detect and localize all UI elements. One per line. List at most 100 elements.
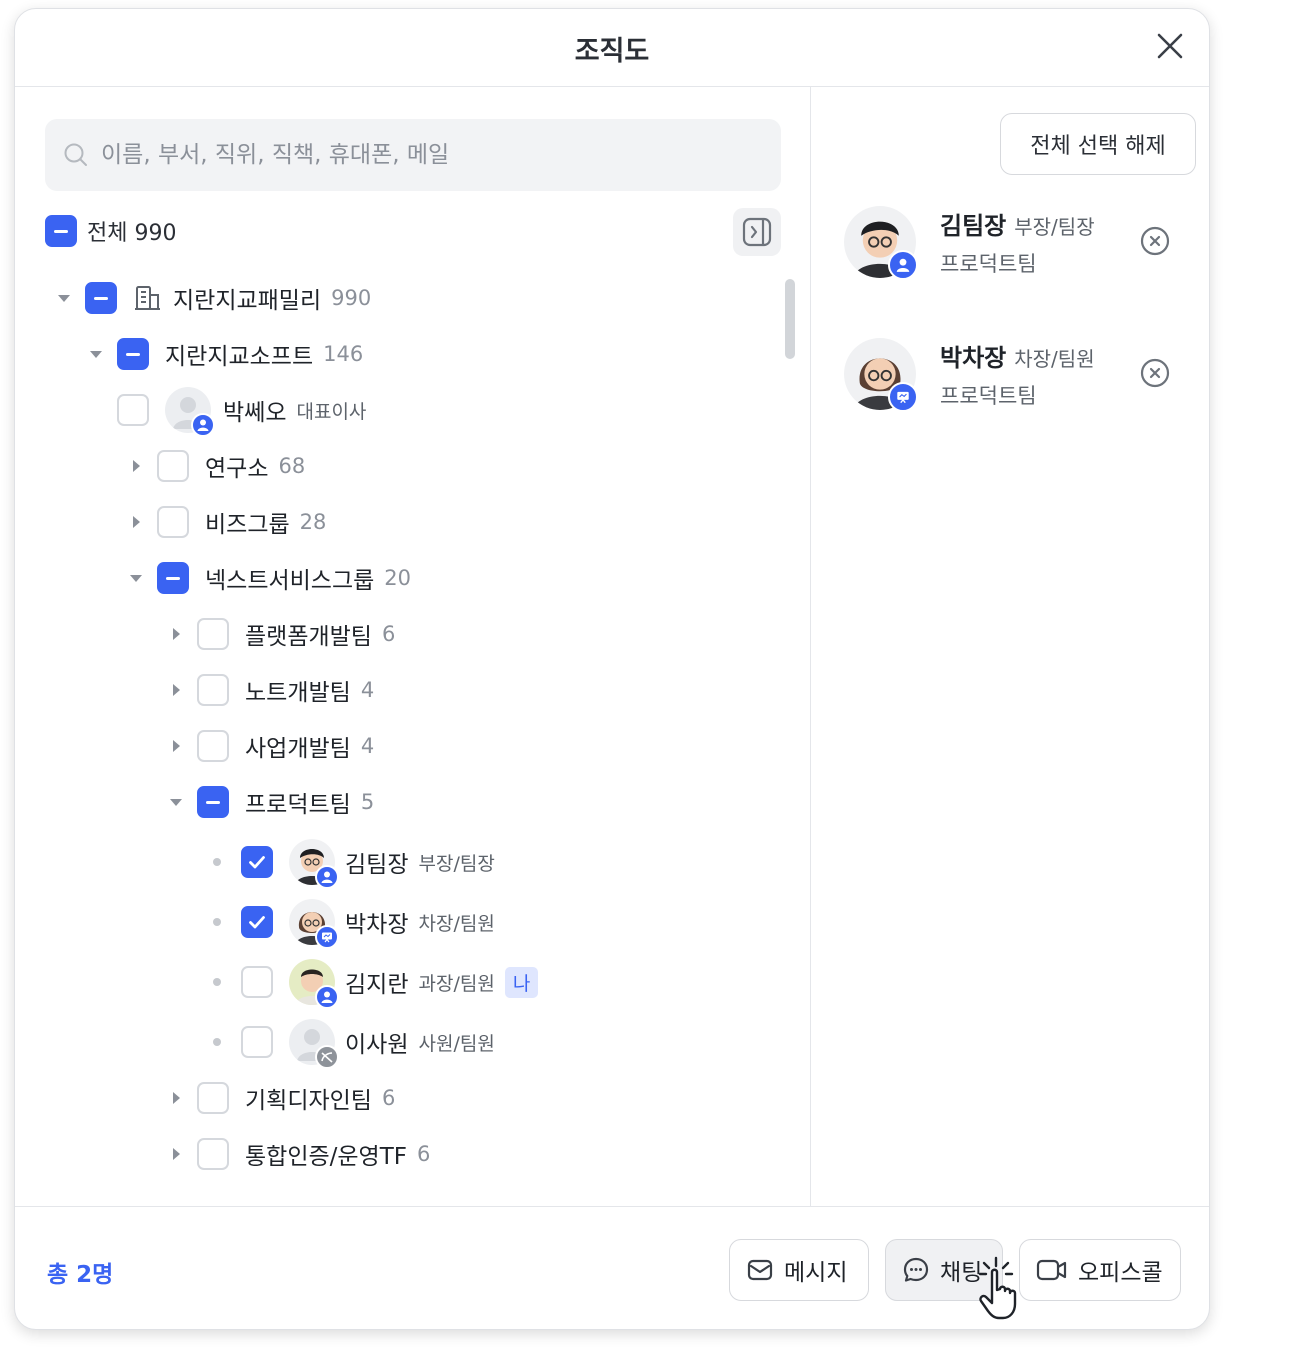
bullet-dot bbox=[213, 858, 221, 866]
tree-checkbox[interactable] bbox=[197, 730, 229, 762]
person-badge-icon bbox=[191, 413, 215, 437]
remove-button[interactable] bbox=[1140, 226, 1170, 256]
tree-member-kim-jiran[interactable]: 김지란 과장/팀원 나 bbox=[210, 959, 539, 1009]
tree-node-platform-team[interactable]: 플랫폼개발팀 6 bbox=[169, 614, 395, 654]
tree-checkbox[interactable] bbox=[241, 906, 273, 938]
member-name: 박쎄오 bbox=[223, 400, 287, 426]
person-badge-icon bbox=[315, 985, 339, 1009]
selected-item-kim: 김팀장 부장/팀장 프로덕트팀 bbox=[844, 206, 1184, 280]
tree-member-lee-staff[interactable]: 이사원 사원/팀원 bbox=[210, 1019, 495, 1069]
tree-checkbox[interactable] bbox=[85, 282, 117, 314]
select-all-row[interactable]: 전체 990 bbox=[45, 215, 176, 247]
caret-right-icon[interactable] bbox=[129, 459, 143, 473]
panel-collapse-icon bbox=[742, 217, 772, 247]
avatar bbox=[289, 1019, 339, 1069]
caret-right-icon[interactable] bbox=[169, 1147, 183, 1161]
tree-node-jiran-family[interactable]: 지란지교패밀리 990 bbox=[57, 278, 371, 318]
search-box[interactable] bbox=[45, 119, 781, 191]
tree-member-kim-teamlead[interactable]: 김팀장 부장/팀장 bbox=[210, 839, 495, 889]
tree-node-name: 연구소 bbox=[205, 456, 269, 482]
tree-checkbox[interactable] bbox=[117, 394, 149, 426]
tree-node-bizdev-team[interactable]: 사업개발팀 4 bbox=[169, 726, 374, 766]
pointer-cursor-icon bbox=[978, 1256, 1017, 1320]
tree-node-count: 990 bbox=[331, 286, 372, 310]
tree-node-name: 플랫폼개발팀 bbox=[245, 624, 372, 650]
avatar bbox=[165, 387, 215, 437]
tree-scrollbar[interactable] bbox=[785, 279, 795, 359]
tree-node-name: 기획디자인팀 bbox=[245, 1088, 372, 1114]
chat-icon bbox=[903, 1257, 929, 1282]
tree-checkbox[interactable] bbox=[117, 338, 149, 370]
person-badge-icon bbox=[888, 250, 918, 280]
selected-rank: 차장/팀원 bbox=[1014, 347, 1095, 371]
caret-right-icon[interactable] bbox=[169, 683, 183, 697]
selected-team: 프로덕트팀 bbox=[940, 384, 1037, 408]
officecall-button[interactable]: 오피스콜 bbox=[1019, 1239, 1181, 1301]
tree-node-auth-ops-tf[interactable]: 통합인증/운영TF 6 bbox=[169, 1134, 430, 1174]
caret-right-icon[interactable] bbox=[169, 627, 183, 641]
select-all-checkbox[interactable] bbox=[45, 215, 77, 247]
tree-member-ceo[interactable]: 박쎄오 대표이사 bbox=[117, 387, 366, 437]
selected-team: 프로덕트팀 bbox=[940, 252, 1037, 276]
tree-node-product-team[interactable]: 프로덕트팀 5 bbox=[169, 782, 374, 822]
message-label: 메시지 bbox=[784, 1260, 848, 1286]
tree-node-lab[interactable]: 연구소 68 bbox=[129, 446, 305, 486]
tree-checkbox[interactable] bbox=[197, 1082, 229, 1114]
clear-selection-button[interactable]: 전체 선택 해제 bbox=[1000, 113, 1196, 175]
avatar bbox=[289, 899, 339, 949]
caret-down-icon[interactable] bbox=[169, 795, 183, 809]
tree-node-count: 6 bbox=[381, 622, 396, 646]
search-input[interactable] bbox=[101, 119, 761, 191]
tree-checkbox[interactable] bbox=[197, 674, 229, 706]
tree-node-biz-group[interactable]: 비즈그룹 28 bbox=[129, 502, 326, 542]
bullet-dot bbox=[213, 918, 221, 926]
tree-node-count: 6 bbox=[417, 1142, 431, 1166]
tree-checkbox[interactable] bbox=[157, 450, 189, 482]
presentation-badge-icon bbox=[315, 925, 339, 949]
video-icon bbox=[1036, 1259, 1067, 1281]
message-button[interactable]: 메시지 bbox=[729, 1239, 869, 1301]
tree-node-note-team[interactable]: 노트개발팀 4 bbox=[169, 670, 374, 710]
select-all-count: 990 bbox=[134, 221, 177, 246]
tree-checkbox[interactable] bbox=[157, 562, 189, 594]
tree-node-planning-design-team[interactable]: 기획디자인팀 6 bbox=[169, 1078, 395, 1118]
close-button[interactable] bbox=[1155, 31, 1185, 61]
tree-node-count: 4 bbox=[360, 734, 375, 758]
selected-pane: 전체 선택 해제 김팀장 부장/팀장 프로덕트팀 박차장 차장/팀원 프로덕트팀 bbox=[812, 87, 1209, 1206]
member-rank: 부장/팀장 bbox=[418, 852, 495, 875]
member-rank: 차장/팀원 bbox=[418, 912, 495, 935]
tree-checkbox[interactable] bbox=[157, 506, 189, 538]
me-badge: 나 bbox=[504, 966, 539, 998]
tree-checkbox[interactable] bbox=[197, 786, 229, 818]
building-icon bbox=[135, 286, 160, 310]
caret-down-icon[interactable] bbox=[57, 291, 71, 305]
selected-rank: 부장/팀장 bbox=[1014, 215, 1095, 239]
remove-button[interactable] bbox=[1140, 358, 1170, 388]
tree-checkbox[interactable] bbox=[197, 618, 229, 650]
org-chart-dialog: 조직도 전체 990 bbox=[14, 8, 1210, 1330]
tree-node-name: 비즈그룹 bbox=[205, 512, 290, 538]
tree-checkbox[interactable] bbox=[241, 966, 273, 998]
caret-right-icon[interactable] bbox=[129, 515, 143, 529]
caret-down-icon[interactable] bbox=[129, 571, 143, 585]
selected-name: 김팀장 bbox=[940, 212, 1007, 240]
panel-collapse-button[interactable] bbox=[733, 208, 781, 256]
search-icon bbox=[64, 143, 87, 166]
tree-member-park-deputy[interactable]: 박차장 차장/팀원 bbox=[210, 899, 495, 949]
caret-right-icon[interactable] bbox=[169, 739, 183, 753]
tree-node-next-service-group[interactable]: 넥스트서비스그룹 20 bbox=[129, 558, 411, 598]
member-rank: 과장/팀원 bbox=[418, 972, 495, 995]
tree-node-name: 지란지교패밀리 bbox=[173, 288, 322, 314]
tree-node-count: 28 bbox=[299, 510, 327, 534]
tree-node-jiran-soft[interactable]: 지란지교소프트 146 bbox=[89, 334, 363, 374]
tree-checkbox[interactable] bbox=[241, 1026, 273, 1058]
caret-right-icon[interactable] bbox=[169, 1091, 183, 1105]
tree-node-count: 6 bbox=[381, 1086, 396, 1110]
check-icon bbox=[249, 856, 265, 869]
tree-node-count: 4 bbox=[360, 678, 375, 702]
avatar bbox=[289, 839, 339, 889]
tree-checkbox[interactable] bbox=[197, 1138, 229, 1170]
caret-down-icon[interactable] bbox=[89, 347, 103, 361]
tree-checkbox[interactable] bbox=[241, 846, 273, 878]
bullet-dot bbox=[213, 1038, 221, 1046]
